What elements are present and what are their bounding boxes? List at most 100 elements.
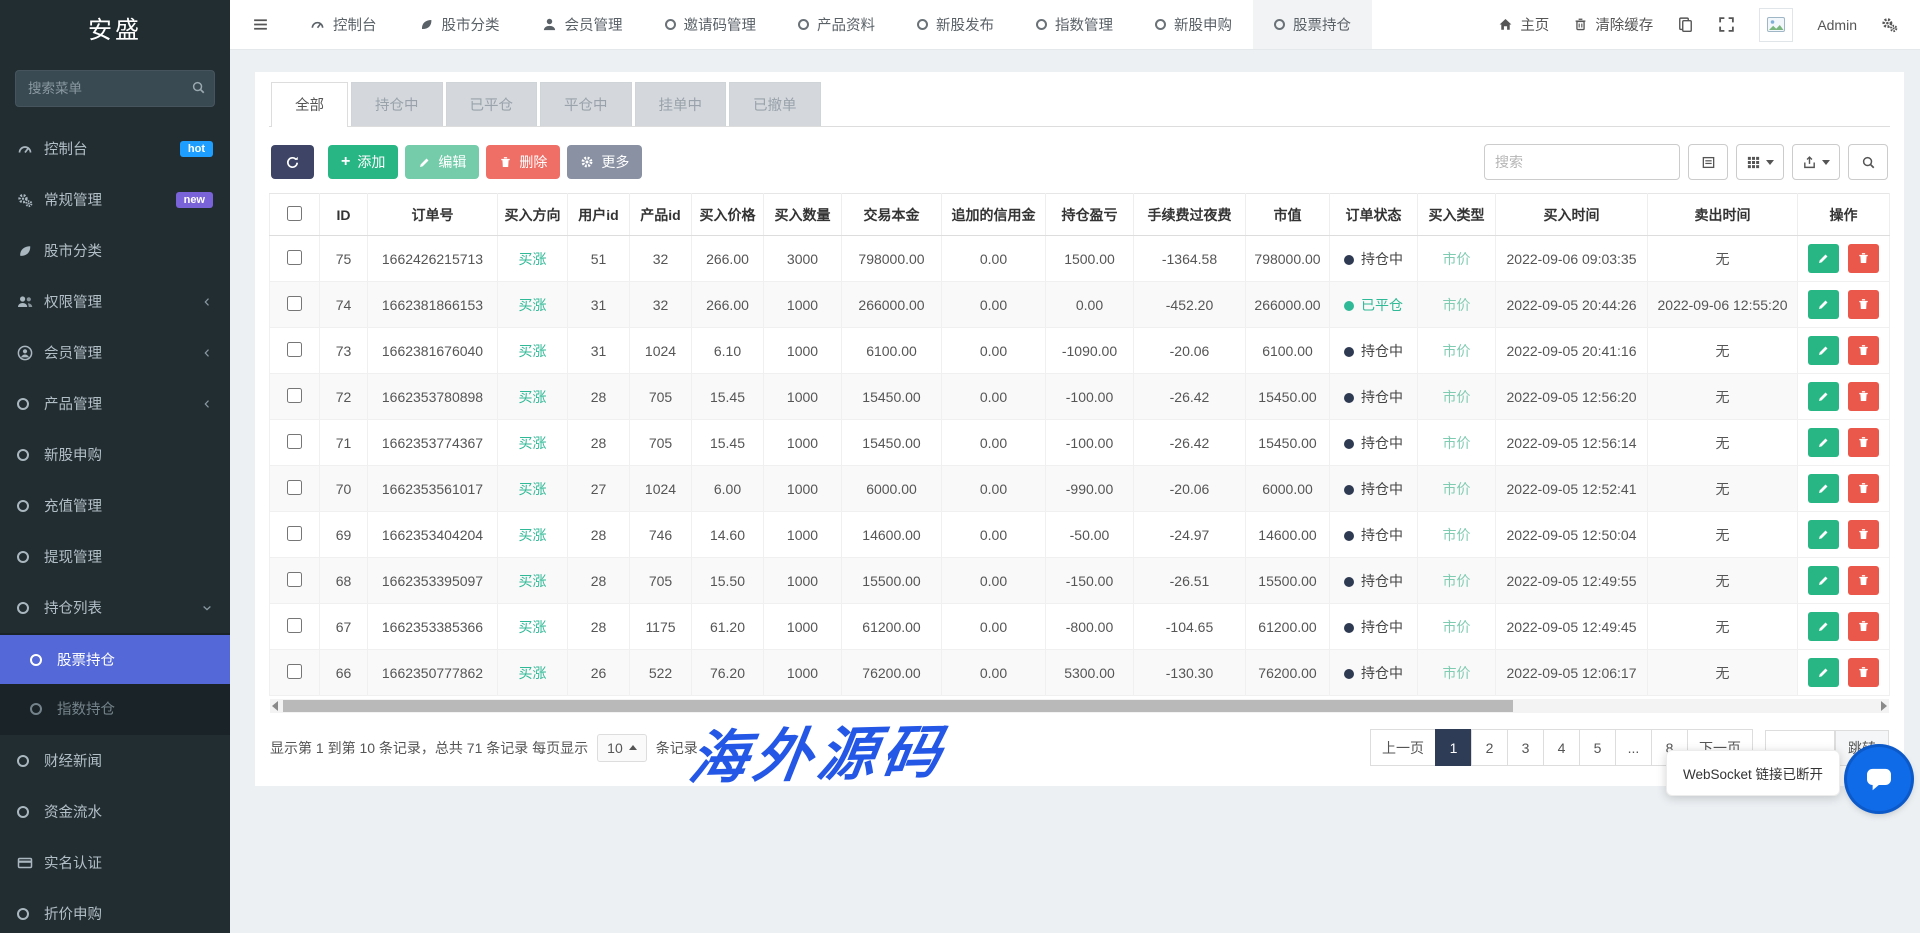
sidebar-item-ipo-subscribe[interactable]: 新股申购 [0, 429, 230, 480]
nav-tab-market-category[interactable]: 股市分类 [398, 0, 521, 49]
row-checkbox[interactable] [287, 664, 302, 679]
sidebar-item-positions[interactable]: 持仓列表 [0, 582, 230, 633]
row-checkbox[interactable] [287, 572, 302, 587]
row-edit-button[interactable] [1808, 336, 1839, 365]
scroll-left-arrow-icon[interactable] [272, 701, 278, 711]
nav-tab-dashboard[interactable]: 控制台 [289, 0, 398, 49]
row-delete-button[interactable] [1848, 290, 1879, 319]
row-delete-button[interactable] [1848, 336, 1879, 365]
page-button[interactable]: 1 [1435, 729, 1472, 766]
row-edit-button[interactable] [1808, 520, 1839, 549]
document-icon[interactable] [1677, 16, 1694, 33]
horizontal-scrollbar[interactable] [270, 699, 1889, 713]
cell-order-no: 1662381676040 [368, 328, 498, 374]
sidebar-item-discount-subscribe[interactable]: 折价申购 [0, 888, 230, 933]
nav-tab-index-manage[interactable]: 指数管理 [1015, 0, 1134, 49]
page-button[interactable]: 5 [1579, 729, 1616, 766]
refresh-button[interactable] [271, 145, 314, 179]
sidebar-item-fund-flow[interactable]: 资金流水 [0, 786, 230, 837]
prev-page-button[interactable]: 上一页 [1370, 729, 1436, 766]
nav-tab-ipo-release[interactable]: 新股发布 [896, 0, 1015, 49]
row-checkbox[interactable] [287, 296, 302, 311]
cell-actions [1798, 512, 1890, 558]
row-checkbox[interactable] [287, 388, 302, 403]
row-delete-button[interactable] [1848, 658, 1879, 687]
nav-tab-invite-codes[interactable]: 邀请码管理 [644, 0, 778, 49]
row-edit-button[interactable] [1808, 244, 1839, 273]
scrollbar-thumb[interactable] [283, 700, 1513, 712]
filter-tab-all[interactable]: 全部 [271, 82, 348, 127]
sidebar-item-members[interactable]: 会员管理 [0, 327, 230, 378]
hamburger-icon[interactable] [230, 0, 289, 49]
sidebar-item-real-name[interactable]: 实名认证 [0, 837, 230, 888]
row-checkbox[interactable] [287, 434, 302, 449]
delete-button[interactable]: 删除 [486, 145, 560, 179]
sidebar-item-general[interactable]: 常规管理 new [0, 174, 230, 225]
row-checkbox[interactable] [287, 480, 302, 495]
row-edit-button[interactable] [1808, 428, 1839, 457]
filter-tab-closing[interactable]: 平仓中 [540, 82, 632, 126]
sidebar-item-index-positions[interactable]: 指数持仓 [0, 684, 230, 733]
cell-buy-time: 2022-09-05 12:49:45 [1496, 604, 1648, 650]
columns-button[interactable] [1736, 144, 1784, 180]
sidebar-item-products[interactable]: 产品管理 [0, 378, 230, 429]
page-button[interactable]: 4 [1543, 729, 1580, 766]
sidebar-item-withdraw[interactable]: 提现管理 [0, 531, 230, 582]
row-checkbox[interactable] [287, 250, 302, 265]
scroll-right-arrow-icon[interactable] [1881, 701, 1887, 711]
username[interactable]: Admin [1817, 17, 1857, 33]
fullscreen-icon[interactable] [1718, 16, 1735, 33]
sidebar-item-permissions[interactable]: 权限管理 [0, 276, 230, 327]
table-search-input[interactable] [1484, 144, 1680, 180]
home-link[interactable]: 主页 [1498, 14, 1549, 35]
sidebar-search-input[interactable] [15, 70, 215, 107]
row-edit-button[interactable] [1808, 290, 1839, 319]
settings-cogs-icon[interactable] [1881, 16, 1898, 33]
sidebar-item-stock-positions[interactable]: 股票持仓 [0, 635, 230, 684]
filter-tab-pending[interactable]: 挂单中 [635, 82, 727, 126]
row-delete-button[interactable] [1848, 520, 1879, 549]
row-delete-button[interactable] [1848, 428, 1879, 457]
row-checkbox[interactable] [287, 618, 302, 633]
more-button[interactable]: 更多 [567, 145, 642, 179]
chat-widget-button[interactable] [1847, 747, 1911, 811]
filter-tab-cancelled[interactable]: 已撤单 [729, 82, 821, 126]
page-size-select[interactable]: 10 [597, 734, 647, 762]
filter-tab-holding[interactable]: 持仓中 [351, 82, 443, 126]
sidebar-item-dashboard[interactable]: 控制台 hot [0, 123, 230, 174]
row-edit-button[interactable] [1808, 382, 1839, 411]
filter-tab-closed[interactable]: 已平仓 [446, 82, 538, 126]
row-delete-button[interactable] [1848, 566, 1879, 595]
page-button[interactable]: ... [1615, 729, 1652, 766]
nav-tab-ipo-subscribe[interactable]: 新股申购 [1134, 0, 1253, 49]
detail-view-button[interactable] [1688, 144, 1728, 180]
sidebar-item-recharge[interactable]: 充值管理 [0, 480, 230, 531]
sidebar-item-market-category[interactable]: 股市分类 [0, 225, 230, 276]
row-delete-button[interactable] [1848, 382, 1879, 411]
nav-tab-product-info[interactable]: 产品资料 [777, 0, 896, 49]
row-edit-button[interactable] [1808, 474, 1839, 503]
clear-cache-link[interactable]: 清除缓存 [1573, 14, 1653, 35]
avatar[interactable] [1759, 8, 1793, 42]
row-edit-button[interactable] [1808, 612, 1839, 641]
page-button[interactable]: 3 [1507, 729, 1544, 766]
row-checkbox[interactable] [287, 342, 302, 357]
row-checkbox[interactable] [287, 526, 302, 541]
page-button[interactable]: 2 [1471, 729, 1508, 766]
select-all-checkbox[interactable] [287, 206, 302, 221]
nav-tab-stock-positions[interactable]: 股票持仓 [1253, 0, 1372, 49]
cell-checkbox [270, 328, 320, 374]
row-delete-button[interactable] [1848, 474, 1879, 503]
brand-logo: 安盛 [0, 0, 230, 62]
nav-tab-members[interactable]: 会员管理 [521, 0, 644, 49]
add-button[interactable]: +添加 [328, 145, 398, 179]
circle-icon [1155, 19, 1166, 30]
row-delete-button[interactable] [1848, 244, 1879, 273]
search-toggle-button[interactable] [1848, 144, 1888, 180]
sidebar-item-finance-news[interactable]: 财经新闻 [0, 735, 230, 786]
export-button[interactable] [1792, 144, 1840, 180]
row-edit-button[interactable] [1808, 658, 1839, 687]
edit-button[interactable]: 编辑 [405, 145, 479, 179]
row-edit-button[interactable] [1808, 566, 1839, 595]
row-delete-button[interactable] [1848, 612, 1879, 641]
